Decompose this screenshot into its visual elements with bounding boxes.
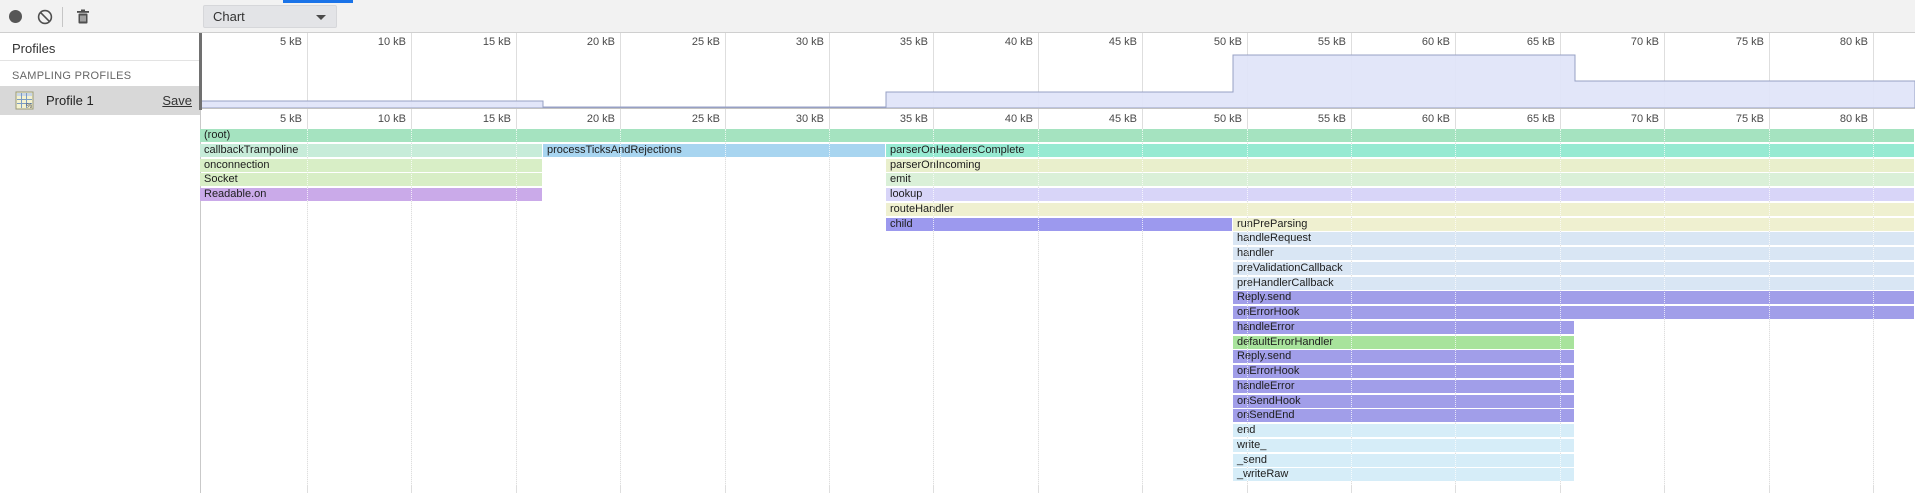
ruler-tick-label: 40 kB xyxy=(963,113,1033,125)
flame-bar[interactable]: onconnection xyxy=(200,159,542,172)
flame-bar[interactable]: handleError xyxy=(1233,321,1574,334)
flame-bar[interactable]: handleError xyxy=(1233,380,1574,393)
overview-chart[interactable] xyxy=(202,45,1915,108)
sampling-profile-icon: % xyxy=(15,91,34,110)
ruler-tick-label: 50 kB xyxy=(1172,113,1242,125)
flame-bar[interactable]: Socket xyxy=(200,173,542,186)
record-button[interactable] xyxy=(6,7,26,27)
gridline-overlay xyxy=(933,129,934,485)
gridline-overlay xyxy=(516,129,517,485)
flame-bar[interactable]: Readable.on xyxy=(200,188,542,201)
overview-baseline xyxy=(202,108,1915,109)
ruler-tick-label: 5 kB xyxy=(232,113,302,125)
toolbar: Chart xyxy=(0,0,1915,33)
trash-icon xyxy=(73,7,93,27)
flame-bar[interactable]: preValidationCallback xyxy=(1233,262,1914,275)
save-profile-link[interactable]: Save xyxy=(162,93,192,108)
record-icon xyxy=(9,10,22,23)
gridline-overlay xyxy=(1664,129,1665,485)
flame-bar[interactable]: _send xyxy=(1233,454,1574,467)
gridline-overlay xyxy=(1873,129,1874,485)
flame-bar[interactable]: routeHandler xyxy=(886,203,1914,216)
gridline-overlay xyxy=(1038,129,1039,485)
gridline-overlay xyxy=(1247,129,1248,485)
view-mode-select[interactable]: Chart xyxy=(203,5,337,28)
sidebar-heading: Profiles xyxy=(12,41,55,56)
flame-bar[interactable]: write_ xyxy=(1233,439,1574,452)
gridline-overlay xyxy=(1769,129,1770,485)
ruler-tick-label: 75 kB xyxy=(1694,113,1764,125)
flame-bar[interactable]: emit xyxy=(886,173,1914,186)
ruler-tick-label: 15 kB xyxy=(441,113,511,125)
ruler-tick-label: 30 kB xyxy=(754,113,824,125)
ruler-tick-label: 65 kB xyxy=(1485,113,1555,125)
ruler-tick-label: 55 kB xyxy=(1276,113,1346,125)
flame-bar[interactable]: onErrorHook xyxy=(1233,365,1574,378)
clear-all-icon xyxy=(35,7,55,27)
ruler-tick-label: 25 kB xyxy=(650,113,720,125)
delete-profile-button[interactable] xyxy=(73,7,93,27)
clear-all-profiles-button[interactable] xyxy=(35,7,55,27)
flame-bar[interactable]: Reply.send xyxy=(1233,291,1914,304)
flame-bar[interactable]: child xyxy=(886,218,1232,231)
gridline-overlay xyxy=(307,129,308,485)
ruler-tick-label: 20 kB xyxy=(545,113,615,125)
gridline-overlay xyxy=(1455,129,1456,485)
memory-profiler-panel: Chart Profiles SAMPLING PROFILES % Profi… xyxy=(0,0,1915,493)
toolbar-separator xyxy=(62,7,63,27)
sidebar: Profiles SAMPLING PROFILES % Profile 1 S… xyxy=(0,33,200,493)
ruler-tick-label: 70 kB xyxy=(1589,113,1659,125)
gridline-overlay xyxy=(411,129,412,485)
selected-tab-indicator xyxy=(283,0,353,3)
ruler-tick-label: 45 kB xyxy=(1067,113,1137,125)
ruler-tick-label: 60 kB xyxy=(1380,113,1450,125)
overview-area xyxy=(202,55,1915,108)
view-mode-value: Chart xyxy=(213,9,245,24)
flame-bar[interactable]: handleRequest xyxy=(1233,232,1914,245)
gridline-overlay xyxy=(1351,129,1352,485)
flame-chart-pane: 5 kB 10 kB 15 kB 20 kB 25 kB 30 kB 35 kB 40 kB 4… xyxy=(202,33,1915,493)
sampling-profiles-heading: SAMPLING PROFILES xyxy=(12,70,131,82)
ruler-tick-label: 10 kB xyxy=(336,113,406,125)
gridline-overlay xyxy=(1142,129,1143,485)
flame-bar[interactable]: parserOnIncoming xyxy=(886,159,1914,172)
flame-bar[interactable]: processTicksAndRejections xyxy=(543,144,885,157)
flame-bar[interactable]: defaultErrorHandler xyxy=(1233,336,1574,349)
flame-bar[interactable]: lookup xyxy=(886,188,1914,201)
flame-bar[interactable]: Reply.send xyxy=(1233,350,1574,363)
gridline-overlay xyxy=(620,129,621,485)
flame-bar[interactable]: runPreParsing xyxy=(1233,218,1914,231)
profile-name: Profile 1 xyxy=(46,93,94,108)
flame-bar[interactable]: onErrorHook xyxy=(1233,306,1914,319)
flame-bar[interactable]: (root) xyxy=(200,129,1914,142)
sidebar-item-profile-1[interactable]: % Profile 1 Save xyxy=(0,86,200,115)
flame-bar[interactable]: preHandlerCallback xyxy=(1233,277,1914,290)
sidebar-divider xyxy=(0,60,200,61)
flame-bar[interactable]: handler xyxy=(1233,247,1914,260)
gridline-overlay xyxy=(725,129,726,485)
ruler-tick-label: 35 kB xyxy=(858,113,928,125)
gridline-overlay xyxy=(1560,129,1561,485)
svg-text:%: % xyxy=(26,103,32,110)
flame-bar[interactable]: onSendHook xyxy=(1233,395,1574,408)
flame-bar[interactable]: onSendEnd xyxy=(1233,409,1574,422)
gridline-overlay xyxy=(829,129,830,485)
flame-bar[interactable]: parserOnHeadersComplete xyxy=(886,144,1914,157)
flame-bar[interactable]: end xyxy=(1233,424,1574,437)
flame-bar[interactable]: _writeRaw xyxy=(1233,468,1574,481)
chevron-down-icon xyxy=(316,15,326,20)
flame-bar[interactable]: callbackTrampoline xyxy=(200,144,542,157)
ruler-tick-label: 80 kB xyxy=(1798,113,1868,125)
